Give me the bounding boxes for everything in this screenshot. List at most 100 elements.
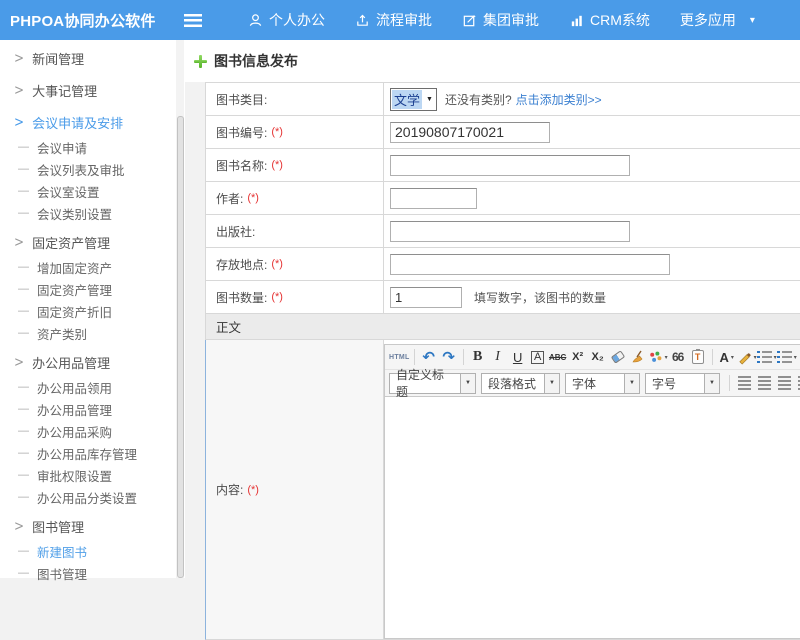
category-selected-value: 文学 <box>392 90 422 109</box>
add-category-link[interactable]: 点击添加类别>> <box>516 91 602 108</box>
app-header: PHPOA协同办公软件 个人办公 流程审批 集团审批 CRM系统 更多应用 ▾ <box>0 0 800 40</box>
font-family-select[interactable]: 字体 ▼ <box>565 373 640 394</box>
align-center-icon <box>758 376 771 390</box>
sidebar-section-memorabilia[interactable]: > 大事记管理 <box>0 76 185 104</box>
form-row-category: 图书类目: 文学 ▼ 还没有类别? 点击添加类别>> <box>205 83 800 116</box>
auto-typeset-button[interactable]: ▾ <box>648 347 668 367</box>
underline-button[interactable]: U <box>508 347 528 367</box>
sidebar-item-new-book[interactable]: — 新建图书 <box>0 540 185 562</box>
sidebar-item-meeting-category[interactable]: — 会议类别设置 <box>0 202 185 224</box>
sidebar-item-meeting-room[interactable]: — 会议室设置 <box>0 180 185 202</box>
sidebar-section-fixed-assets[interactable]: > 固定资产管理 <box>0 228 185 256</box>
justify-button[interactable] <box>794 373 800 393</box>
editor-content-area[interactable] <box>385 397 800 638</box>
subscript-button[interactable]: X₂ <box>588 347 608 367</box>
author-input[interactable] <box>390 188 477 209</box>
sidebar-section-office-supplies[interactable]: > 办公用品管理 <box>0 348 185 376</box>
sidebar-item-supplies-classification[interactable]: — 办公用品分类设置 <box>0 486 185 508</box>
top-nav: 个人办公 流程审批 集团审批 CRM系统 更多应用 ▾ <box>226 10 785 30</box>
sidebar-item-supplies-manage[interactable]: — 办公用品管理 <box>0 398 185 420</box>
field-label: 内容: <box>216 481 243 498</box>
sidebar-scrollbar-thumb[interactable] <box>177 116 184 578</box>
font-size-select[interactable]: 字号 ▼ <box>645 373 720 394</box>
align-left-button[interactable] <box>734 373 754 393</box>
clipboard-icon: T <box>692 350 704 364</box>
required-mark: (*) <box>271 159 283 171</box>
select-caret-icon: ▼ <box>460 374 475 393</box>
eraser-icon <box>610 350 624 363</box>
required-mark: (*) <box>271 291 283 303</box>
chevron-right-icon: > <box>14 82 24 98</box>
format-painter-button[interactable] <box>628 347 648 367</box>
nav-group-approval[interactable]: 集团审批 <box>462 10 539 30</box>
nav-workflow-approval[interactable]: 流程审批 <box>355 10 432 30</box>
paragraph-format-select[interactable]: 段落格式 ▼ <box>481 373 560 394</box>
chevron-right-icon: > <box>14 518 24 534</box>
sidebar-section-news[interactable]: > 新闻管理 <box>0 44 185 72</box>
custom-title-select[interactable]: 自定义标题 ▼ <box>389 373 476 394</box>
sidebar-item-supplies-purchase[interactable]: — 办公用品采购 <box>0 420 185 442</box>
chevron-right-icon: > <box>14 234 24 250</box>
book-number-input[interactable] <box>390 122 550 143</box>
highlight-color-button[interactable]: ▾ <box>737 347 757 367</box>
sidebar-item-approval-permission[interactable]: — 审批权限设置 <box>0 464 185 486</box>
redo-button[interactable]: ↷ <box>439 347 459 367</box>
quantity-input[interactable] <box>390 287 462 308</box>
chevron-down-icon: ▾ <box>750 15 755 26</box>
form-row-book-name: 图书名称: (*) <box>205 149 800 182</box>
sidebar-item-supplies-claim[interactable]: — 办公用品领用 <box>0 376 185 398</box>
sidebar-item-meeting-list[interactable]: — 会议列表及审批 <box>0 158 185 180</box>
ordered-list-button[interactable]: ▾ <box>757 347 777 367</box>
category-hint: 还没有类别? <box>445 91 512 108</box>
edit-icon <box>462 13 477 28</box>
form-row-content: 内容: (*) HTML ↶ ↷ B I U A <box>205 340 800 640</box>
sidebar-item-asset-manage[interactable]: — 固定资产管理 <box>0 278 185 300</box>
blockquote-button[interactable]: 66 <box>668 347 688 367</box>
superscript-button[interactable]: X² <box>568 347 588 367</box>
workflow-icon <box>355 13 370 28</box>
align-right-button[interactable] <box>774 373 794 393</box>
undo-button[interactable]: ↶ <box>419 347 439 367</box>
sidebar-item-supplies-inventory[interactable]: — 办公用品库存管理 <box>0 442 185 464</box>
required-mark: (*) <box>247 484 259 496</box>
sidebar: > 新闻管理 > 大事记管理 > 会议申请及安排 — 会议申请 — 会议列表及审… <box>0 40 185 578</box>
page-title-bar: 图书信息发布 <box>185 40 800 82</box>
bullet-list-icon <box>777 351 792 364</box>
location-input[interactable] <box>390 254 670 275</box>
editor-toolbar-row2: 自定义标题 ▼ 段落格式 ▼ 字体 ▼ 字号 ▼ <box>385 370 800 397</box>
italic-button[interactable]: I <box>488 347 508 367</box>
field-label: 图书数量: <box>216 289 267 306</box>
chevron-down-icon: ▾ <box>731 354 734 361</box>
field-label: 图书类目: <box>216 91 267 108</box>
sidebar-item-book-manage[interactable]: — 图书管理 <box>0 562 185 584</box>
chevron-down-icon: ▾ <box>794 354 797 361</box>
hamburger-menu-icon[interactable] <box>184 14 202 27</box>
sidebar-item-asset-depreciation[interactable]: — 固定资产折旧 <box>0 300 185 322</box>
paste-button[interactable]: T <box>688 347 708 367</box>
char-border-button[interactable]: A <box>528 347 548 367</box>
remove-format-button[interactable] <box>608 347 628 367</box>
nav-more-apps[interactable]: 更多应用 ▾ <box>680 10 755 30</box>
sidebar-scrollbar <box>176 40 184 578</box>
publisher-input[interactable] <box>390 221 630 242</box>
sidebar-item-meeting-apply[interactable]: — 会议申请 <box>0 136 185 158</box>
nav-crm-system[interactable]: CRM系统 <box>569 10 650 30</box>
book-name-input[interactable] <box>390 155 630 176</box>
required-mark: (*) <box>271 258 283 270</box>
unordered-list-button[interactable]: ▾ <box>777 347 797 367</box>
sidebar-item-add-asset[interactable]: — 增加固定资产 <box>0 256 185 278</box>
field-label: 图书名称: <box>216 157 267 174</box>
nav-personal-office[interactable]: 个人办公 <box>248 10 325 30</box>
book-form: 图书类目: 文学 ▼ 还没有类别? 点击添加类别>> 图书编号: (*) <box>205 82 800 640</box>
strikethrough-button[interactable]: ABC <box>548 347 568 367</box>
sidebar-item-asset-category[interactable]: — 资产类别 <box>0 322 185 344</box>
person-icon <box>248 13 263 28</box>
category-select[interactable]: 文学 ▼ <box>390 88 437 111</box>
palette-icon <box>648 350 663 365</box>
bold-button[interactable]: B <box>468 347 488 367</box>
align-center-button[interactable] <box>754 373 774 393</box>
sidebar-section-meeting[interactable]: > 会议申请及安排 <box>0 108 185 136</box>
font-color-button[interactable]: A ▾ <box>717 347 737 367</box>
sidebar-section-books[interactable]: > 图书管理 <box>0 512 185 540</box>
html-source-button[interactable]: HTML <box>389 347 410 367</box>
